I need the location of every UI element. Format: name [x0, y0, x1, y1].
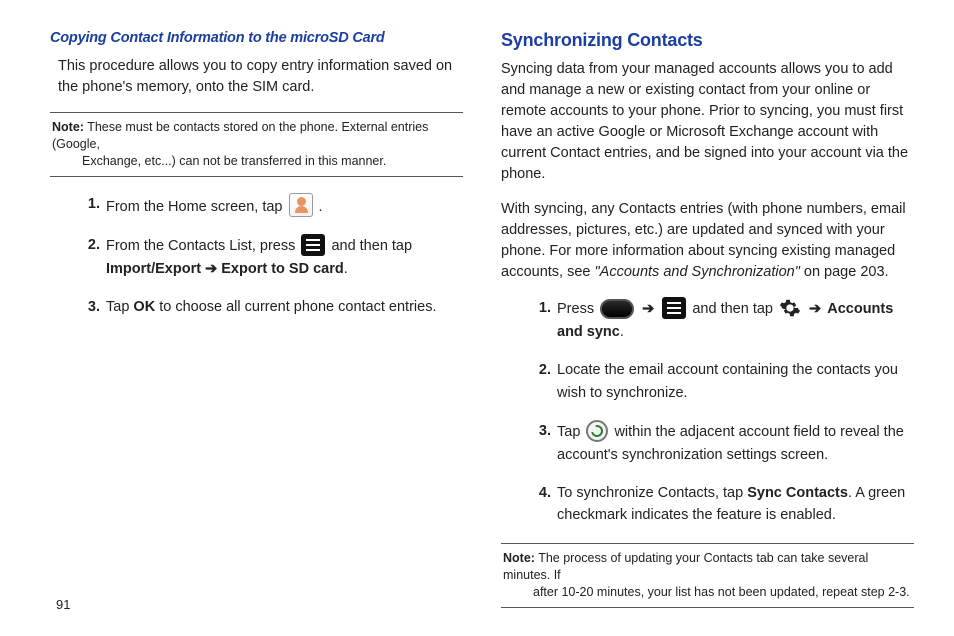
page-number: 91 [56, 597, 70, 612]
r1-text-c: . [620, 324, 624, 340]
r4-bold: Sync Contacts [747, 485, 848, 501]
step2-text-c: . [344, 261, 348, 277]
page-content: Copying Contact Information to the micro… [50, 30, 914, 590]
home-button-icon [600, 299, 634, 319]
menu-icon [301, 234, 325, 256]
step-1: From the Home screen, tap . [76, 193, 463, 218]
arrow-icon: ➔ [640, 301, 660, 317]
note-text-line1: The process of updating your Contacts ta… [503, 551, 868, 582]
r1-text-b: and then tap [692, 301, 777, 317]
step-r2: Locate the email account containing the … [527, 359, 914, 404]
r3-text-a: Tap [557, 424, 584, 440]
step2-text-a: From the Contacts List, press [106, 238, 299, 254]
step2-bold: Import/Export ➔ Export to SD card [106, 261, 344, 277]
step1-text-a: From the Home screen, tap [106, 199, 287, 215]
note-text-line2: Exchange, etc...) can not be transferred… [52, 153, 461, 170]
note-left: Note: These must be contacts stored on t… [50, 112, 463, 177]
arrow-icon: ➔ [807, 301, 827, 317]
note-label: Note: [503, 551, 535, 565]
right-column: Synchronizing Contacts Syncing data from… [501, 30, 914, 590]
step-r1: Press ➔ and then tap ➔ Accounts and sync… [527, 297, 914, 343]
step-r3: Tap within the adjacent account field to… [527, 420, 914, 466]
step2-text-b: and then tap [331, 238, 412, 254]
sync-paragraph-1: Syncing data from your managed accounts … [501, 59, 914, 185]
sync-icon [586, 420, 608, 442]
note-right: Note: The process of updating your Conta… [501, 543, 914, 608]
steps-left: From the Home screen, tap . From the Con… [76, 193, 463, 319]
r1-text-a: Press [557, 301, 598, 317]
settings-gear-icon [779, 297, 801, 319]
note-label: Note: [52, 120, 84, 134]
subhead-copying: Copying Contact Information to the micro… [50, 30, 463, 46]
step3-text-a: Tap [106, 299, 133, 315]
left-column: Copying Contact Information to the micro… [50, 30, 463, 590]
step-2: From the Contacts List, press and then t… [76, 234, 463, 280]
head-synchronizing: Synchronizing Contacts [501, 30, 914, 51]
p2-text-b: on page 203. [800, 264, 889, 280]
step3-bold: OK [133, 299, 155, 315]
step-3: Tap OK to choose all current phone conta… [76, 296, 463, 318]
contacts-icon [289, 193, 313, 217]
note-text-line2: after 10-20 minutes, your list has not b… [503, 584, 912, 601]
p2-italic: "Accounts and Synchronization" [595, 264, 800, 280]
step1-text-b: . [319, 199, 323, 215]
steps-right: Press ➔ and then tap ➔ Accounts and sync… [527, 297, 914, 527]
step-r4: To synchronize Contacts, tap Sync Contac… [527, 482, 914, 527]
note-text-line1: These must be contacts stored on the pho… [52, 120, 428, 151]
step3-text-b: to choose all current phone contact entr… [155, 299, 436, 315]
sync-paragraph-2: With syncing, any Contacts entries (with… [501, 199, 914, 283]
menu-icon [662, 297, 686, 319]
r4-text-a: To synchronize Contacts, tap [557, 485, 747, 501]
intro-paragraph: This procedure allows you to copy entry … [58, 56, 455, 98]
r3-text-b: within the adjacent account field to rev… [557, 424, 904, 462]
